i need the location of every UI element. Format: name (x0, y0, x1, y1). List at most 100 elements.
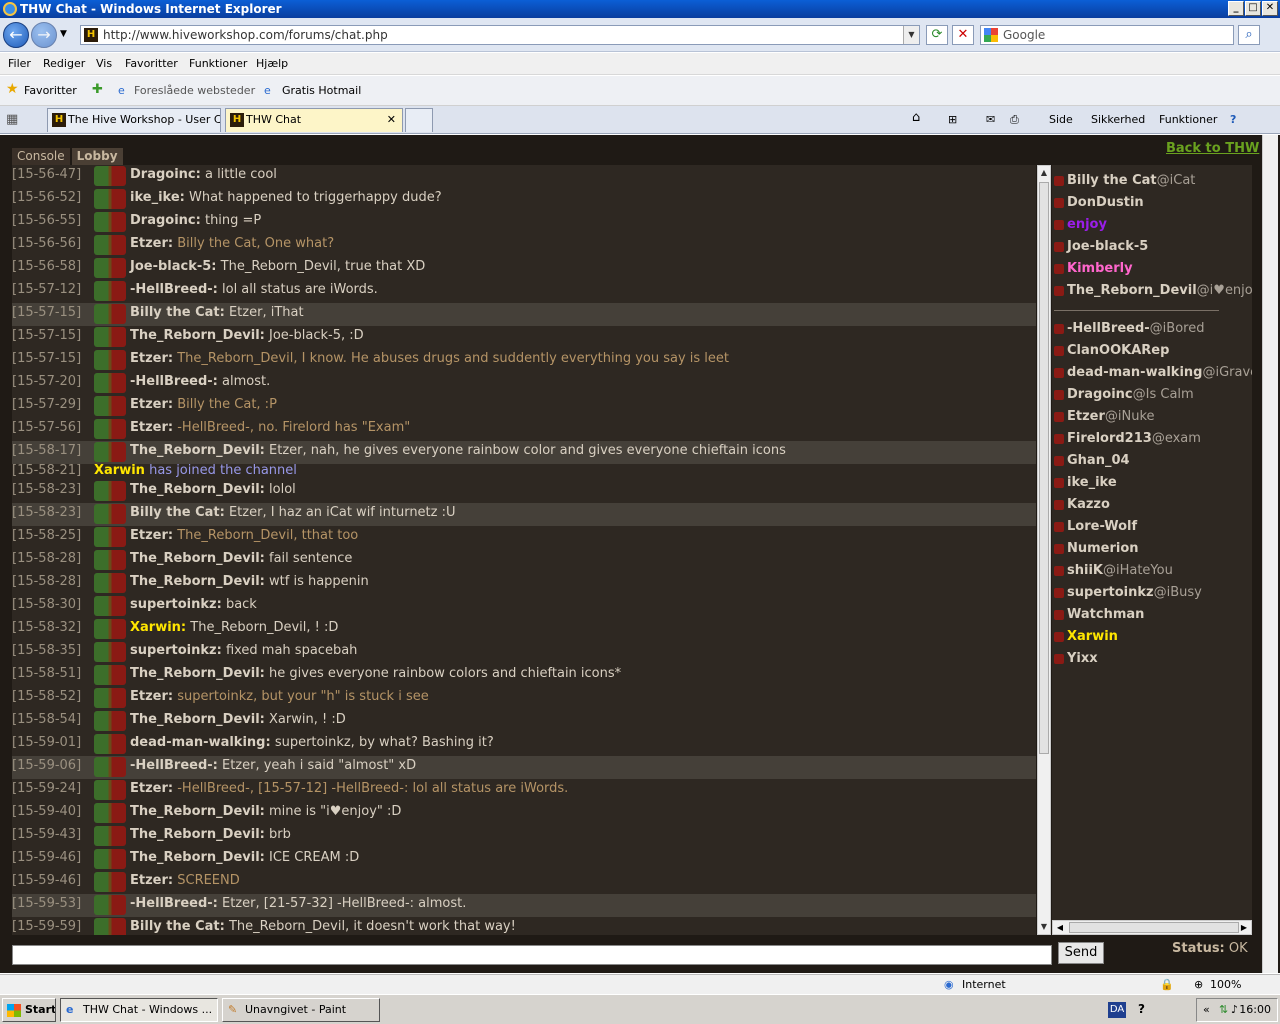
tray-expand-icon[interactable]: « (1203, 999, 1210, 1021)
message-author[interactable]: -HellBreed-: (130, 758, 218, 773)
safety-menu[interactable]: Sikkerhed (1091, 113, 1145, 126)
close-button[interactable]: ✕ (1262, 1, 1278, 16)
message-author[interactable]: Billy the Cat: (130, 919, 225, 934)
message-author[interactable]: The_Reborn_Devil: (130, 712, 265, 727)
scroll-thumb[interactable] (1039, 182, 1049, 754)
page-menu[interactable]: Side (1049, 113, 1073, 126)
refresh-icon[interactable]: ⟳ (926, 25, 948, 45)
message-author[interactable]: dead-man-walking: (130, 735, 271, 750)
minimize-button[interactable]: _ (1228, 1, 1244, 16)
scroll-up-icon[interactable]: ▲ (1038, 166, 1050, 180)
scroll-right-icon[interactable]: ▶ (1237, 921, 1251, 934)
user-list-item[interactable]: Numerion (1052, 539, 1252, 561)
tab-console[interactable]: Console (12, 148, 70, 165)
menu-favorites[interactable]: Favoritter (125, 57, 178, 70)
message-author[interactable]: The_Reborn_Devil: (130, 328, 265, 343)
user-list-item[interactable]: Lore-Wolf (1052, 517, 1252, 539)
message-author[interactable]: Etzer: (130, 397, 173, 412)
menu-edit[interactable]: Rediger (43, 57, 85, 70)
user-list-item[interactable]: Dragoinc@Is Calm (1052, 385, 1252, 407)
message-author[interactable]: The_Reborn_Devil: (130, 443, 265, 458)
quick-tabs-icon[interactable]: ▦ (6, 112, 18, 127)
clock[interactable]: 16:00 (1239, 1003, 1271, 1016)
search-go-icon[interactable]: ⌕ (1238, 25, 1260, 45)
user-list-item[interactable]: -HellBreed-@iBored (1052, 319, 1252, 341)
send-button[interactable]: Send (1058, 942, 1104, 964)
user-list-item[interactable]: ike_ike (1052, 473, 1252, 495)
hotmail-link[interactable]: Gratis Hotmail (282, 84, 361, 97)
url-dropdown-icon[interactable]: ▼ (903, 26, 919, 44)
page-scrollbar[interactable] (1262, 135, 1278, 973)
scroll-left-icon[interactable]: ◀ (1053, 921, 1067, 934)
message-author[interactable]: Xarwin: (130, 620, 186, 635)
forward-icon[interactable]: → (31, 22, 57, 48)
user-list-item[interactable]: Kazzo (1052, 495, 1252, 517)
user-list-item[interactable]: Firelord213@exam (1052, 429, 1252, 451)
print-icon[interactable]: ⎙ (1010, 113, 1019, 127)
user-list-item[interactable]: shiiK@iHateYou (1052, 561, 1252, 583)
network-icon[interactable]: ⇅ (1219, 999, 1228, 1021)
favorites-button[interactable]: Favoritter (24, 84, 77, 97)
message-author[interactable]: Dragoinc: (130, 213, 201, 228)
message-author[interactable]: Xarwin (94, 464, 145, 478)
taskbar-item-thw-chat[interactable]: e THW Chat - Windows ... (60, 998, 218, 1022)
message-author[interactable]: The_Reborn_Devil: (130, 666, 265, 681)
tab-lobby[interactable]: Lobby (71, 148, 123, 165)
message-author[interactable]: The_Reborn_Devil: (130, 551, 265, 566)
chat-message-input[interactable] (12, 945, 1052, 965)
tab-hive-user-cp[interactable]: H The Hive Workshop - User C... (47, 108, 221, 132)
feeds-icon[interactable]: ⊞ (948, 113, 957, 126)
message-author[interactable]: Joe-black-5: (130, 259, 217, 274)
protected-mode-icon[interactable]: 🔒 (1160, 978, 1174, 991)
user-list-item[interactable]: Xarwin (1052, 627, 1252, 649)
user-list-item[interactable]: Joe-black-5 (1052, 237, 1252, 259)
menu-tools[interactable]: Funktioner (189, 57, 247, 70)
user-list-item[interactable]: Billy the Cat@iCat (1052, 171, 1252, 193)
message-author[interactable]: supertoinkz: (130, 643, 222, 658)
add-favorite-icon[interactable]: ✚ (92, 82, 103, 97)
user-list-item[interactable]: Yixx (1052, 649, 1252, 671)
message-author[interactable]: The_Reborn_Devil: (130, 827, 265, 842)
message-author[interactable]: Dragoinc: (130, 167, 201, 182)
message-author[interactable]: Billy the Cat: (130, 505, 225, 520)
message-author[interactable]: The_Reborn_Devil: (130, 850, 265, 865)
message-author[interactable]: supertoinkz: (130, 597, 222, 612)
help-tray-icon[interactable]: ? (1138, 1002, 1145, 1016)
help-icon[interactable]: ? (1230, 113, 1236, 126)
message-author[interactable]: The_Reborn_Devil: (130, 482, 265, 497)
message-author[interactable]: -HellBreed-: (130, 374, 218, 389)
message-author[interactable]: Etzer: (130, 236, 173, 251)
message-author[interactable]: -HellBreed-: (130, 896, 218, 911)
zoom-level[interactable]: 100% (1210, 978, 1241, 991)
user-list-item[interactable]: Watchman (1052, 605, 1252, 627)
user-list-item[interactable]: Ghan_04 (1052, 451, 1252, 473)
menu-help[interactable]: Hjælp (256, 57, 288, 70)
volume-icon[interactable]: ♪ (1231, 999, 1238, 1021)
stop-icon[interactable]: ✕ (952, 25, 974, 45)
message-author[interactable]: Etzer: (130, 420, 173, 435)
message-author[interactable]: Etzer: (130, 528, 173, 543)
user-list-item[interactable]: DonDustin (1052, 193, 1252, 215)
hscroll-thumb[interactable] (1069, 922, 1239, 933)
user-list-hscrollbar[interactable]: ◀ ▶ (1052, 920, 1252, 935)
back-icon[interactable]: ← (3, 22, 29, 48)
tab-thw-chat[interactable]: H THW Chat ✕ (225, 108, 403, 132)
start-button[interactable]: Start (2, 998, 56, 1022)
url-field[interactable]: H http://www.hiveworkshop.com/forums/cha… (80, 25, 920, 45)
language-indicator[interactable]: DA (1108, 1002, 1126, 1018)
tools-menu[interactable]: Funktioner (1159, 113, 1217, 126)
chat-scrollbar[interactable]: ▲ ▼ (1037, 165, 1051, 935)
message-author[interactable]: Etzer: (130, 781, 173, 796)
user-list-item[interactable]: ClanOOKARep (1052, 341, 1252, 363)
close-tab-icon[interactable]: ✕ (387, 109, 396, 131)
suggested-sites-link[interactable]: Foreslåede websteder (134, 84, 255, 97)
history-dropdown-icon[interactable]: ▼ (60, 29, 67, 39)
new-tab-button[interactable] (405, 108, 433, 132)
back-to-thw-link[interactable]: Back to THW (1166, 141, 1259, 156)
scroll-down-icon[interactable]: ▼ (1038, 920, 1050, 934)
menu-view[interactable]: Vis (96, 57, 112, 70)
user-list-item[interactable]: dead-man-walking@iGrave (1052, 363, 1252, 385)
mail-icon[interactable]: ✉ (986, 113, 995, 126)
message-author[interactable]: Etzer: (130, 873, 173, 888)
message-author[interactable]: Billy the Cat: (130, 305, 225, 320)
